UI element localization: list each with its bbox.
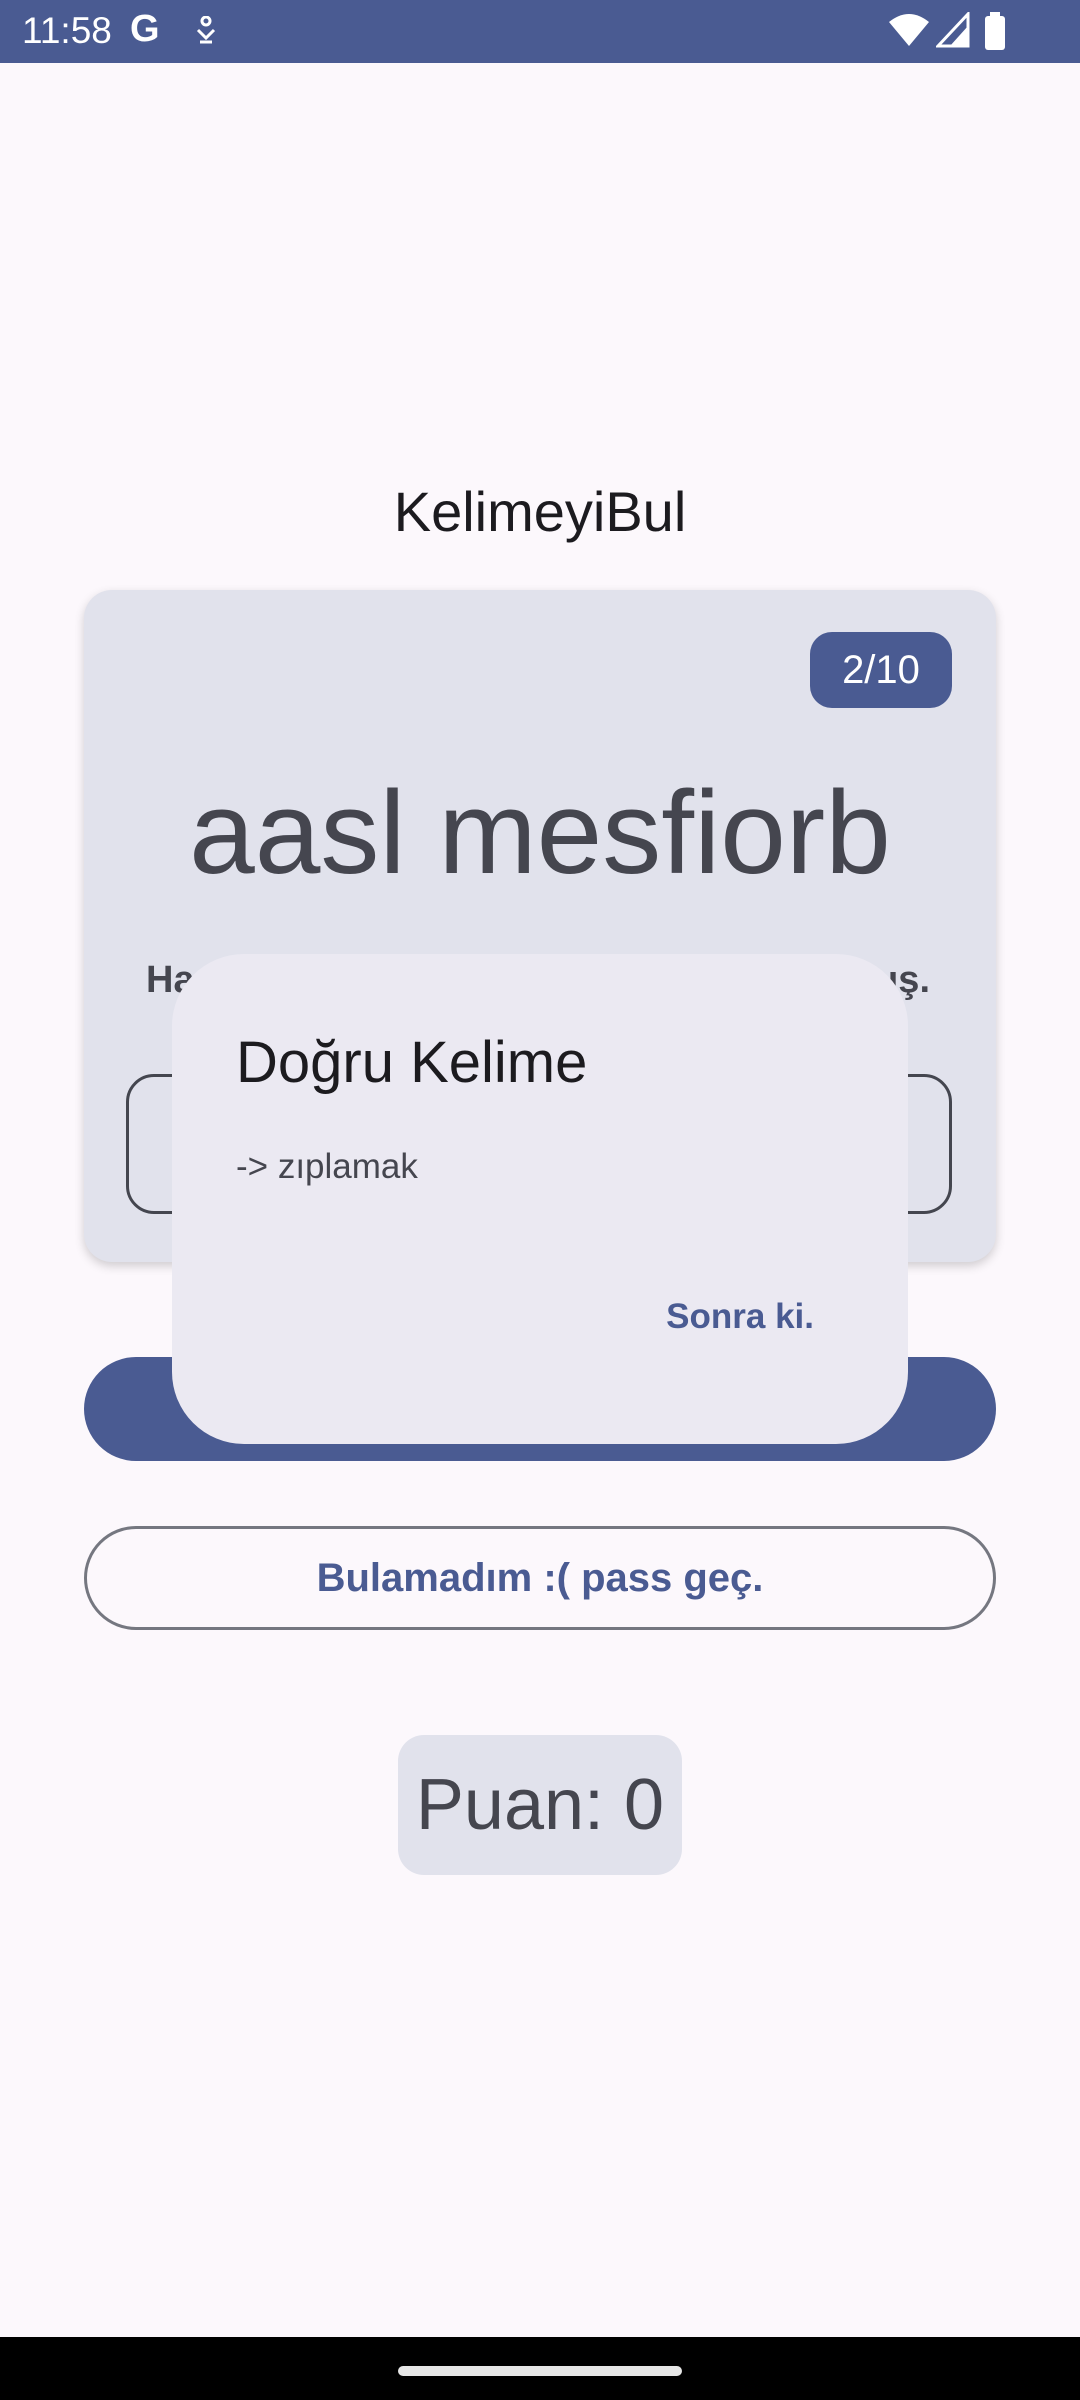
next-button[interactable]: Sonra ki.	[666, 1296, 814, 1338]
dialog-title: Doğru Kelime	[236, 1030, 588, 1095]
correct-word-dialog: Doğru Kelime -> zıplamak Sonra ki.	[172, 954, 908, 1444]
google-icon: G	[130, 8, 160, 50]
status-time: 11:58	[22, 10, 112, 51]
battery-icon	[985, 12, 1005, 50]
status-bar: 11:58 G	[0, 0, 1080, 63]
dialog-body: -> zıplamak	[236, 1147, 418, 1186]
signal-icon	[936, 12, 970, 48]
wifi-icon	[889, 14, 929, 46]
notification-icon	[196, 16, 216, 44]
home-gesture-handle[interactable]	[398, 2366, 682, 2376]
